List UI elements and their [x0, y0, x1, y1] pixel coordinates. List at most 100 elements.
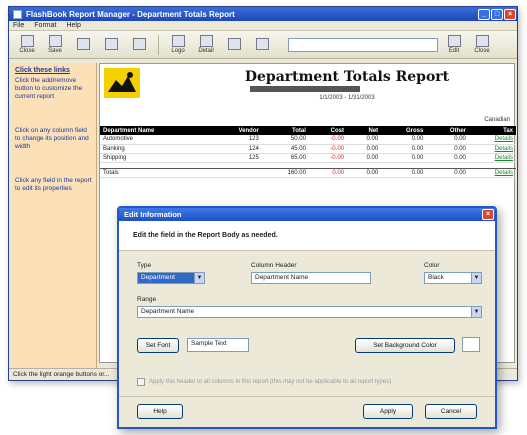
- filter-icon: [255, 38, 269, 50]
- exit-icon: [475, 35, 489, 47]
- cell-gross: 0.00: [381, 144, 427, 154]
- dialog-divider: [119, 396, 495, 397]
- color-label: Color: [424, 262, 440, 269]
- window-title: FlashBook Report Manager - Department To…: [26, 9, 235, 19]
- edit-information-dialog: Edit Information × Edit the field in the…: [117, 206, 497, 429]
- dialog-heading: Edit the field in the Report Body as nee…: [119, 221, 495, 251]
- cell-totals-total: 160.00: [261, 167, 309, 178]
- company-name-bar: [250, 86, 360, 92]
- menu-format[interactable]: Format: [34, 22, 56, 29]
- apply-button[interactable]: Apply: [363, 404, 413, 419]
- toolbar-print-button[interactable]: [127, 33, 151, 57]
- menu-help[interactable]: Help: [66, 22, 80, 29]
- range-value: Department Name: [141, 308, 195, 315]
- maximize-icon[interactable]: □: [491, 8, 503, 20]
- cancel-button[interactable]: Cancel: [425, 404, 477, 419]
- help-panel: Click these links Click the add/remove b…: [11, 63, 97, 369]
- cell-name: Shipping: [100, 153, 211, 163]
- toolbar-logo-button[interactable]: Logo: [166, 33, 190, 57]
- col-header-department[interactable]: Department Name: [100, 126, 211, 135]
- close-report-icon: [20, 35, 34, 47]
- font-sample-box: Sample Text: [187, 338, 249, 352]
- report-date-range: 1/1/2003 - 1/31/2003: [319, 95, 375, 101]
- cell-net: 0.00: [347, 153, 382, 163]
- details-link[interactable]: Details: [468, 144, 516, 154]
- detail-icon: [199, 35, 213, 47]
- menu-file[interactable]: File: [13, 22, 24, 29]
- set-font-button[interactable]: Set Font: [137, 338, 179, 353]
- col-header-other[interactable]: Other: [426, 126, 469, 135]
- title-bar: FlashBook Report Manager - Department To…: [9, 7, 517, 21]
- back-arrow-icon: [76, 38, 90, 50]
- cell-cost: -0.00: [308, 144, 347, 154]
- cell-totals-net: 0.00: [347, 167, 382, 178]
- cell-totals-label: Totals: [100, 167, 211, 178]
- table-row: Automotive 123 50.00 -0.00 0.00 0.00 0.0…: [100, 135, 516, 145]
- table-header-row: Department Name Vendor Total Cost Net Gr…: [100, 126, 516, 135]
- cell-other: 0.00: [426, 144, 469, 154]
- column-header-label: Column Header: [251, 262, 297, 269]
- color-dropdown[interactable]: Black ▼: [424, 272, 482, 284]
- type-label: Type: [137, 262, 152, 269]
- cell-total: 45.00: [261, 144, 309, 154]
- save-icon: [48, 35, 62, 47]
- apply-all-checkbox[interactable]: [137, 378, 145, 386]
- report-title[interactable]: Department Totals Report: [190, 69, 504, 85]
- print-icon: [132, 38, 146, 50]
- columns-icon: [227, 38, 241, 50]
- color-value: Black: [428, 274, 444, 281]
- toolbar-save-button[interactable]: Save: [43, 33, 67, 57]
- toolbar-columns-button[interactable]: [222, 33, 246, 57]
- close-icon[interactable]: ×: [504, 8, 516, 20]
- report-table: Department Name Vendor Total Cost Net Gr…: [100, 126, 516, 178]
- cell-name: Banking: [100, 144, 211, 154]
- apply-all-row: Apply this header to all columns in this…: [137, 378, 391, 386]
- type-dropdown[interactable]: Department ▼: [137, 272, 205, 284]
- details-link[interactable]: Details: [468, 153, 516, 163]
- cell-total: 65.00: [261, 153, 309, 163]
- cell-other: 0.00: [426, 135, 469, 145]
- column-header-input[interactable]: Department Name: [251, 272, 371, 284]
- dialog-title-bar: Edit Information ×: [119, 208, 495, 221]
- details-link[interactable]: Details: [468, 135, 516, 145]
- cell-total: 50.00: [261, 135, 309, 145]
- toolbar-forward-button[interactable]: [99, 33, 123, 57]
- toolbar: Close Save Logo Detail Edit Close: [9, 31, 517, 59]
- col-header-tax[interactable]: Tax: [468, 126, 516, 135]
- toolbar-detail-button[interactable]: Detail: [194, 33, 218, 57]
- cell-name: Automotive: [100, 135, 211, 145]
- background-color-swatch: [462, 337, 480, 352]
- toolbar-separator: [158, 34, 159, 55]
- help-item-2: Click on any column field to change its …: [15, 127, 89, 150]
- menu-bar: File Format Help: [9, 21, 517, 31]
- col-header-vendor[interactable]: Vendor: [210, 126, 262, 135]
- cell-gross: 0.00: [381, 153, 427, 163]
- toolbar-filter-button[interactable]: [250, 33, 274, 57]
- toolbar-back-button[interactable]: [71, 33, 95, 57]
- cell-cost: -0.00: [308, 153, 347, 163]
- forward-arrow-icon: [104, 38, 118, 50]
- toolbar-close-report-button[interactable]: Close: [15, 33, 39, 57]
- range-dropdown[interactable]: Department Name ▼: [137, 306, 482, 318]
- range-label: Range: [137, 296, 157, 303]
- help-item-3: Click any field in the report to edit it…: [15, 177, 92, 192]
- col-header-total[interactable]: Total: [261, 126, 309, 135]
- help-button[interactable]: Help: [137, 404, 183, 419]
- col-header-net[interactable]: Net: [347, 126, 382, 135]
- cell-totals-gross: 0.00: [381, 167, 427, 178]
- col-header-gross[interactable]: Gross: [381, 126, 427, 135]
- help-item-1: Click the add/remove button to customize…: [15, 77, 83, 100]
- dialog-title: Edit Information: [124, 210, 182, 219]
- col-header-cost[interactable]: Cost: [308, 126, 347, 135]
- table-row: Shipping 125 65.00 -0.00 0.00 0.00 0.00 …: [100, 153, 516, 163]
- set-background-color-button[interactable]: Set Background Color: [355, 338, 455, 353]
- toolbar-edit-button[interactable]: Edit: [442, 33, 466, 57]
- logo-icon: [171, 35, 185, 47]
- report-selector-combo[interactable]: [288, 37, 438, 52]
- toolbar-exit-button[interactable]: Close: [470, 33, 494, 57]
- minimize-icon[interactable]: _: [478, 8, 490, 20]
- cell-totals-other: 0.00: [426, 167, 469, 178]
- dialog-close-icon[interactable]: ×: [482, 209, 494, 220]
- help-title[interactable]: Click these links: [15, 67, 92, 74]
- details-link[interactable]: Details: [468, 167, 516, 178]
